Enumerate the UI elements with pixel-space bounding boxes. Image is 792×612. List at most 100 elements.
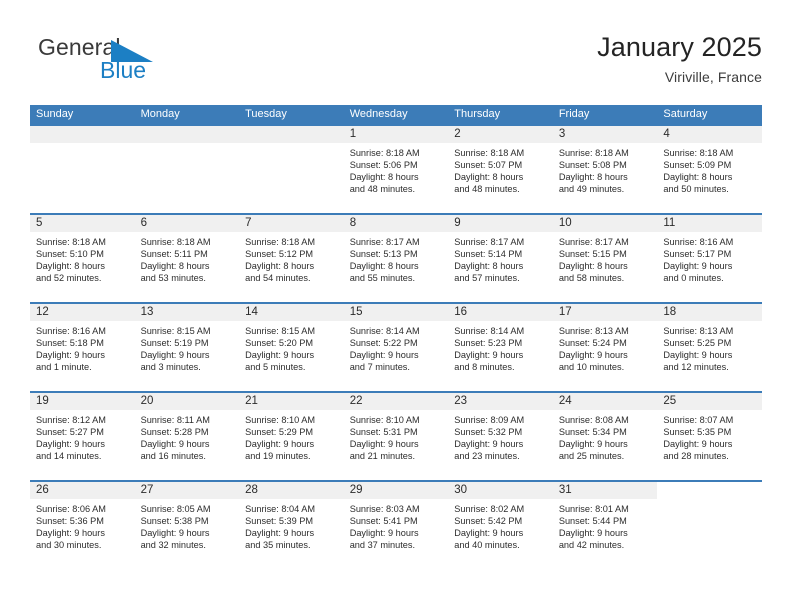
weekday-header-row: Sunday Monday Tuesday Wednesday Thursday…	[30, 105, 762, 124]
day-daylight-line2-text: and 53 minutes.	[140, 272, 206, 283]
calendar-day-cell-empty	[30, 126, 135, 213]
day-sunrise-text: Sunrise: 8:16 AM	[36, 326, 106, 336]
day-number	[239, 126, 344, 143]
calendar-day-cell[interactable]: 17 Sunrise: 8:13 AM Sunset: 5:24 PM Dayligh…	[552, 304, 658, 391]
day-sunrise-text: Sunrise: 8:08 AM	[558, 415, 629, 425]
calendar-day-cell[interactable]: 7 Sunrise: 8:18 AM Sunset: 5:12 PM Daylight…	[239, 215, 344, 302]
calendar-day-cell[interactable]: 27 Sunrise: 8:05 AM Sunset: 5:38 PM Dayligh…	[134, 482, 240, 569]
calendar-day-cell[interactable]: 6 Sunrise: 8:18 AM Sunset: 5:11 PM Daylight…	[134, 215, 240, 302]
calendar-day-cell[interactable]: 16 Sunrise: 8:14 AM Sunset: 5:23 PM Dayligh…	[448, 304, 553, 391]
calendar-day-cell[interactable]: 8 Sunrise: 8:17 AM Sunset: 5:13 PM Daylight…	[343, 215, 449, 302]
logo-general-blue[interactable]: General Blue	[38, 34, 238, 94]
day-sunrise-text: Sunrise: 8:18 AM	[558, 148, 629, 158]
day-sun-info: Sunrise: 8:17 AM Sunset: 5:13 PM Daylight:…	[344, 232, 449, 285]
calendar-day-cell[interactable]: 2 Sunrise: 8:18 AM Sunset: 5:07 PM Daylight…	[448, 126, 553, 213]
day-sun-info: Sunrise: 8:18 AM Sunset: 5:07 PM Daylight:…	[448, 143, 553, 196]
day-number: 20	[134, 393, 240, 410]
day-daylight-line2-text: and 35 minutes.	[245, 539, 311, 550]
day-sunrise-text: Sunrise: 8:14 AM	[454, 326, 525, 336]
day-daylight-line1-text: Daylight: 8 hours	[558, 171, 628, 182]
day-daylight-line2-text: and 10 minutes.	[558, 361, 625, 372]
day-sun-info: Sunrise: 8:12 AM Sunset: 5:27 PM Daylight:…	[30, 410, 135, 463]
calendar-day-cell[interactable]: 4 Sunrise: 8:18 AM Sunset: 5:09 PM Daylight…	[657, 126, 762, 213]
day-daylight-line1-text: Daylight: 9 hours	[349, 438, 419, 449]
day-daylight-line1-text: Daylight: 9 hours	[140, 438, 210, 449]
day-sunrise-text: Sunrise: 8:18 AM	[349, 148, 420, 158]
day-sun-info: Sunrise: 8:05 AM Sunset: 5:38 PM Daylight:…	[135, 499, 240, 552]
day-sunrise-text: Sunrise: 8:12 AM	[36, 415, 106, 425]
day-sun-info: Sunrise: 8:01 AM Sunset: 5:44 PM Daylight:…	[553, 499, 658, 552]
calendar-day-cell[interactable]: 13 Sunrise: 8:15 AM Sunset: 5:19 PM Dayligh…	[134, 304, 240, 391]
day-daylight-line2-text: and 37 minutes.	[349, 539, 416, 550]
day-sunset-text: Sunset: 5:42 PM	[454, 515, 523, 526]
day-sun-info: Sunrise: 8:18 AM Sunset: 5:10 PM Daylight:…	[30, 232, 135, 285]
calendar-day-cell[interactable]: 19 Sunrise: 8:12 AM Sunset: 5:27 PM Dayligh…	[30, 393, 135, 480]
calendar-day-cell[interactable]: 15 Sunrise: 8:14 AM Sunset: 5:22 PM Dayligh…	[343, 304, 449, 391]
calendar-day-cell[interactable]: 12 Sunrise: 8:16 AM Sunset: 5:18 PM Dayligh…	[30, 304, 135, 391]
day-daylight-line1-text: Daylight: 9 hours	[558, 349, 628, 360]
calendar-day-cell[interactable]: 21 Sunrise: 8:10 AM Sunset: 5:29 PM Dayligh…	[239, 393, 344, 480]
calendar-day-cell[interactable]: 26 Sunrise: 8:06 AM Sunset: 5:36 PM Dayligh…	[30, 482, 135, 569]
day-sunrise-text: Sunrise: 8:10 AM	[245, 415, 316, 425]
calendar-day-cell[interactable]: 14 Sunrise: 8:15 AM Sunset: 5:20 PM Dayligh…	[239, 304, 344, 391]
day-sunset-text: Sunset: 5:19 PM	[140, 337, 209, 348]
day-daylight-line1-text: Daylight: 9 hours	[245, 438, 315, 449]
day-daylight-line2-text: and 19 minutes.	[245, 450, 311, 461]
day-daylight-line1-text: Daylight: 9 hours	[558, 527, 628, 538]
day-daylight-line1-text: Daylight: 8 hours	[349, 171, 419, 182]
calendar-day-cell[interactable]: 20 Sunrise: 8:11 AM Sunset: 5:28 PM Dayligh…	[134, 393, 240, 480]
day-sunrise-text: Sunrise: 8:16 AM	[663, 237, 734, 247]
day-sunrise-text: Sunrise: 8:11 AM	[140, 415, 210, 425]
day-sunrise-text: Sunrise: 8:07 AM	[663, 415, 734, 425]
calendar-day-cell[interactable]: 24 Sunrise: 8:08 AM Sunset: 5:34 PM Dayligh…	[552, 393, 658, 480]
day-number: 6	[134, 215, 240, 232]
calendar-day-cell[interactable]: 30 Sunrise: 8:02 AM Sunset: 5:42 PM Dayligh…	[448, 482, 553, 569]
calendar-day-cell[interactable]: 9 Sunrise: 8:17 AM Sunset: 5:14 PM Daylight…	[448, 215, 553, 302]
day-number: 23	[448, 393, 553, 410]
calendar-day-cell[interactable]: 18 Sunrise: 8:13 AM Sunset: 5:25 PM Dayligh…	[657, 304, 762, 391]
day-sun-info: Sunrise: 8:14 AM Sunset: 5:22 PM Daylight:…	[344, 321, 449, 374]
calendar-day-cell[interactable]: 5 Sunrise: 8:18 AM Sunset: 5:10 PM Daylight…	[30, 215, 135, 302]
calendar-page: General Blue January 2025 Viriville, Fra…	[0, 0, 792, 612]
calendar-day-cell[interactable]: 11 Sunrise: 8:16 AM Sunset: 5:17 PM Dayligh…	[657, 215, 762, 302]
calendar-day-cell-empty	[239, 126, 344, 213]
day-sunrise-text: Sunrise: 8:10 AM	[349, 415, 420, 425]
calendar-day-cell[interactable]: 10 Sunrise: 8:17 AM Sunset: 5:15 PM Dayligh…	[552, 215, 658, 302]
day-sun-info: Sunrise: 8:18 AM Sunset: 5:09 PM Daylight:…	[657, 143, 762, 196]
calendar-weeks: 1 Sunrise: 8:18 AM Sunset: 5:06 PM Daylight…	[30, 124, 762, 569]
calendar-day-cell[interactable]: 25 Sunrise: 8:07 AM Sunset: 5:35 PM Dayligh…	[657, 393, 762, 480]
calendar-day-cell[interactable]: 31 Sunrise: 8:01 AM Sunset: 5:44 PM Dayligh…	[552, 482, 658, 569]
day-number: 8	[343, 215, 449, 232]
calendar-day-cell[interactable]: 22 Sunrise: 8:10 AM Sunset: 5:31 PM Dayligh…	[343, 393, 449, 480]
calendar-week-row: 12 Sunrise: 8:16 AM Sunset: 5:18 PM Dayligh…	[30, 302, 762, 391]
day-sunset-text: Sunset: 5:08 PM	[558, 159, 627, 170]
day-sun-info: Sunrise: 8:15 AM Sunset: 5:20 PM Daylight:…	[239, 321, 344, 374]
day-number: 9	[448, 215, 553, 232]
day-sunrise-text: Sunrise: 8:18 AM	[140, 237, 211, 247]
day-daylight-line1-text: Daylight: 9 hours	[454, 349, 524, 360]
calendar-day-cell[interactable]: 1 Sunrise: 8:18 AM Sunset: 5:06 PM Daylight…	[343, 126, 449, 213]
day-number: 2	[448, 126, 553, 143]
day-sunset-text: Sunset: 5:24 PM	[558, 337, 627, 348]
day-sunrise-text: Sunrise: 8:18 AM	[245, 237, 316, 247]
day-sunset-text: Sunset: 5:23 PM	[454, 337, 523, 348]
day-number: 5	[30, 215, 135, 232]
day-daylight-line2-text: and 7 minutes.	[349, 361, 410, 372]
day-number: 15	[343, 304, 449, 321]
day-sunrise-text: Sunrise: 8:17 AM	[454, 237, 525, 247]
day-daylight-line1-text: Daylight: 9 hours	[454, 527, 524, 538]
calendar-day-cell[interactable]: 3 Sunrise: 8:18 AM Sunset: 5:08 PM Daylight…	[552, 126, 658, 213]
day-daylight-line1-text: Daylight: 9 hours	[663, 349, 733, 360]
page-header: General Blue January 2025 Viriville, Fra…	[30, 30, 762, 96]
calendar-day-cell[interactable]: 28 Sunrise: 8:04 AM Sunset: 5:39 PM Dayligh…	[239, 482, 344, 569]
calendar-day-cell[interactable]: 23 Sunrise: 8:09 AM Sunset: 5:32 PM Dayligh…	[448, 393, 553, 480]
day-sunset-text: Sunset: 5:22 PM	[349, 337, 418, 348]
day-sunset-text: Sunset: 5:12 PM	[245, 248, 314, 259]
day-daylight-line2-text: and 42 minutes.	[558, 539, 625, 550]
calendar-day-cell[interactable]: 29 Sunrise: 8:03 AM Sunset: 5:41 PM Dayligh…	[343, 482, 449, 569]
day-sunset-text: Sunset: 5:35 PM	[663, 426, 732, 437]
weekday-header-sunday: Sunday	[36, 108, 74, 120]
day-daylight-line1-text: Daylight: 9 hours	[140, 527, 210, 538]
day-daylight-line1-text: Daylight: 9 hours	[245, 349, 315, 360]
location-subtitle: Viriville, France	[664, 69, 762, 85]
